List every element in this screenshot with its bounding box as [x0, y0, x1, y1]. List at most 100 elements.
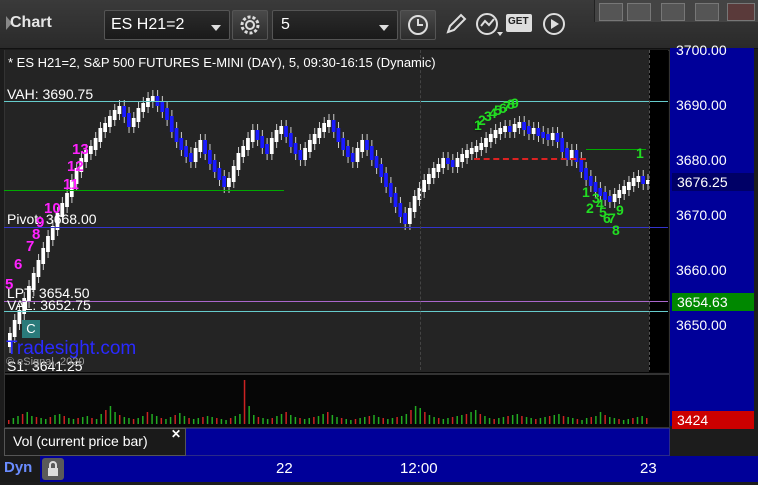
volume-bar	[336, 417, 338, 424]
volume-bar	[225, 420, 227, 424]
volume-bar	[488, 418, 491, 424]
volume-bar	[428, 415, 431, 424]
volume-bar	[461, 415, 463, 424]
volume-study-label-box[interactable]: Vol (current price bar)	[4, 428, 186, 456]
volume-bar	[86, 416, 89, 424]
volume-bar	[290, 415, 292, 424]
volume-bar	[299, 418, 301, 424]
volume-bar	[447, 418, 449, 424]
volume-bar	[118, 415, 121, 424]
volume-bar	[192, 419, 195, 424]
volume-bar	[234, 416, 237, 424]
volume-bar	[114, 412, 116, 424]
volume-bar	[511, 415, 514, 424]
time-tick-23: 23	[640, 460, 657, 477]
volume-bar	[77, 418, 79, 424]
volume-bar	[433, 417, 435, 424]
volume-bar	[340, 418, 343, 424]
volume-bar	[81, 417, 84, 424]
volume-bar	[137, 418, 139, 424]
volume-bar	[493, 419, 495, 424]
volume-bar	[609, 417, 611, 424]
volume-bar	[132, 419, 135, 424]
volume-bar	[44, 419, 47, 424]
volume-bars-layer	[8, 380, 648, 424]
volume-bar	[91, 418, 93, 424]
volume-bar	[391, 418, 394, 424]
volume-bar	[535, 419, 537, 424]
volume-bar	[322, 414, 324, 424]
volume-bar	[345, 419, 347, 424]
volume-bar	[613, 418, 616, 424]
volume-bar	[257, 417, 260, 424]
volume-bar	[359, 418, 361, 424]
volume-bar	[179, 413, 181, 424]
volume-bar	[567, 417, 569, 424]
volume-bar	[604, 415, 606, 424]
volume-bar	[313, 417, 315, 424]
volume-bar	[146, 412, 149, 424]
volume-bar	[169, 417, 172, 424]
close-icon[interactable]: ✕	[171, 427, 181, 441]
volume-bar	[484, 416, 486, 424]
volume-bar	[266, 419, 269, 424]
volume-bar	[183, 416, 186, 424]
time-tick-22: 22	[276, 460, 293, 477]
volume-bar	[155, 416, 158, 424]
volume-bar	[109, 406, 112, 424]
volume-bar	[562, 416, 565, 424]
volume-bar	[465, 414, 468, 424]
volume-bar	[35, 417, 38, 424]
volume-bar	[243, 380, 246, 424]
lock-button[interactable]	[42, 458, 64, 480]
volume-bar	[558, 414, 560, 424]
volume-bar	[377, 417, 380, 424]
volume-bar	[21, 414, 24, 424]
volume-bar	[646, 418, 648, 424]
volume-bar	[419, 408, 421, 424]
volume-bar	[627, 419, 630, 424]
volume-bar	[456, 416, 458, 424]
volume-bar	[49, 417, 52, 424]
volume-bar	[632, 418, 634, 424]
volume-bar	[387, 419, 389, 424]
volume-bar	[123, 417, 126, 424]
volume-bar	[350, 420, 352, 424]
volume-bar	[239, 414, 241, 424]
volume-bar	[253, 415, 255, 424]
volume-bar	[530, 418, 532, 424]
volume-bar	[105, 410, 107, 424]
volume-bar	[548, 416, 551, 424]
volume-bar	[285, 412, 287, 424]
volume-bar	[220, 419, 223, 424]
volume-bar	[400, 416, 403, 424]
volume-bar	[498, 418, 500, 424]
volume-bar	[442, 419, 445, 424]
volume-bar	[363, 417, 366, 424]
volume-bar	[414, 406, 417, 424]
volume-bar	[590, 417, 593, 424]
volume-bar	[410, 410, 412, 424]
volume-bar	[128, 418, 130, 424]
volume-bar	[206, 416, 209, 424]
dyn-button[interactable]: Dyn	[0, 456, 40, 482]
lock-icon	[48, 461, 58, 476]
volume-bar	[58, 414, 61, 424]
volume-bar	[216, 418, 218, 424]
volume-bar	[174, 415, 176, 424]
volume-bar	[72, 419, 75, 424]
volume-bar	[479, 414, 482, 424]
dyn-label: Dyn	[4, 459, 33, 476]
volume-bar	[188, 418, 190, 424]
volume-bar	[424, 412, 426, 424]
volume-bar	[202, 417, 204, 424]
volume-bar	[271, 418, 274, 424]
volume-bar	[470, 412, 472, 424]
volume-bar	[100, 414, 102, 424]
volume-bar	[618, 419, 620, 424]
volume-bar	[276, 416, 278, 424]
volume-bar	[396, 417, 398, 424]
volume-bar	[405, 414, 408, 424]
volume-bar	[585, 418, 588, 424]
volume-bar	[280, 414, 283, 424]
